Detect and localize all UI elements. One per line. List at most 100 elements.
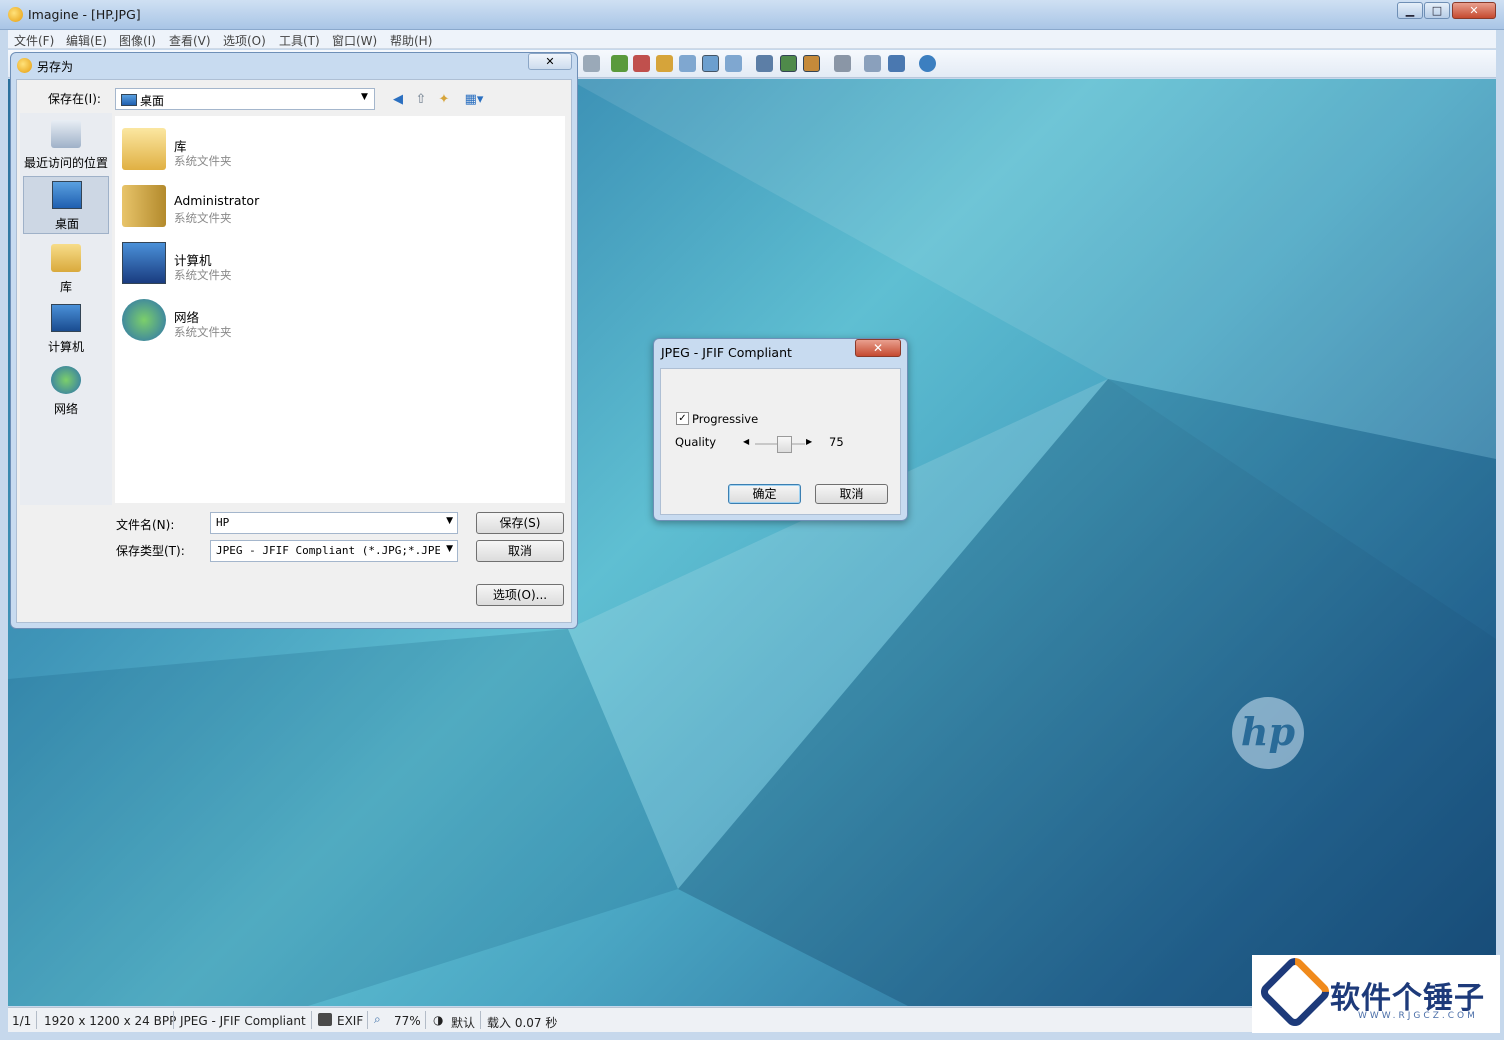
- list-item[interactable]: 网络 系统文件夹: [120, 291, 340, 345]
- window-icon[interactable]: [888, 55, 905, 72]
- save-dialog-title: 另存为: [37, 60, 74, 74]
- network-icon: [51, 366, 81, 394]
- filename-value: HP: [216, 516, 230, 529]
- actual-size-icon[interactable]: [702, 55, 719, 72]
- watermark-url: WWW.RJGCZ.COM: [1358, 1011, 1478, 1021]
- options-button[interactable]: 选项(O)...: [476, 584, 564, 606]
- status-zoom: 77%: [394, 1014, 421, 1028]
- cancel-button[interactable]: 取消: [476, 540, 564, 562]
- place-desktop[interactable]: 桌面: [23, 176, 109, 234]
- quality-label: Quality: [675, 435, 717, 449]
- thumbnail-icon[interactable]: [780, 55, 797, 72]
- filetype-select[interactable]: JPEG - JFIF Compliant (*.JPG;*.JPE;*. ▼: [210, 540, 458, 562]
- menu-tools[interactable]: 工具(T): [279, 32, 320, 49]
- menu-edit[interactable]: 编辑(E): [66, 32, 107, 49]
- place-label: 网络: [53, 402, 78, 416]
- list-item[interactable]: 计算机 系统文件夹: [120, 234, 340, 288]
- divider: [425, 1011, 426, 1029]
- zoom-magnifier-icon: ⌕: [374, 1012, 381, 1026]
- jpeg-cancel-button[interactable]: 取消: [815, 484, 888, 504]
- menu-file[interactable]: 文件(F): [14, 32, 54, 49]
- status-format: JPEG - JFIF Compliant: [180, 1014, 306, 1028]
- menu-help[interactable]: 帮助(H): [390, 32, 432, 49]
- divider: [480, 1011, 481, 1029]
- network-icon: [122, 299, 166, 341]
- place-recent[interactable]: 最近访问的位置: [23, 116, 109, 174]
- progressive-label: Progressive: [692, 412, 759, 426]
- status-mode: 默认: [451, 1016, 476, 1030]
- quality-value: 75: [829, 435, 844, 449]
- list-item[interactable]: Administrator 系统文件夹: [120, 177, 340, 231]
- desktop-icon: [121, 94, 137, 106]
- quality-slider-thumb[interactable]: [777, 436, 792, 453]
- filetype-value: JPEG - JFIF Compliant (*.JPG;*.JPE;*.: [216, 544, 440, 557]
- lookin-value: 桌面: [140, 94, 165, 108]
- divider: [173, 1011, 174, 1029]
- view-menu-icon[interactable]: ▦▾: [460, 91, 488, 109]
- crop-icon[interactable]: [583, 55, 600, 72]
- status-exif[interactable]: EXIF: [337, 1014, 363, 1028]
- file-desc: 系统文件夹: [174, 268, 232, 282]
- paint-icon[interactable]: [803, 55, 820, 72]
- place-network[interactable]: 网络: [23, 362, 109, 420]
- copy-icon[interactable]: [864, 55, 881, 72]
- menu-window[interactable]: 窗口(W): [332, 32, 377, 49]
- zoom-tool-icon[interactable]: [656, 55, 673, 72]
- menu-options[interactable]: 选项(O): [223, 32, 266, 49]
- filename-input[interactable]: HP ▼: [210, 512, 458, 534]
- place-label: 最近访问的位置: [23, 156, 108, 170]
- menu-view[interactable]: 查看(V): [169, 32, 211, 49]
- up-folder-icon[interactable]: ⇧: [412, 91, 430, 109]
- place-library[interactable]: 库: [23, 240, 109, 298]
- desktop-icon: [52, 181, 82, 209]
- window-title: Imagine - [HP.JPG]: [28, 7, 141, 22]
- status-page: 1/1: [12, 1014, 32, 1028]
- fit-window-icon[interactable]: [679, 55, 696, 72]
- slider-right-arrow-icon[interactable]: ▶: [806, 437, 812, 446]
- computer-icon: [51, 304, 81, 332]
- file-desc: 系统文件夹: [174, 211, 232, 225]
- minimize-button[interactable]: ▁: [1397, 2, 1423, 19]
- place-label: 计算机: [47, 340, 84, 354]
- divider: [367, 1011, 368, 1029]
- zoom-in-icon[interactable]: [611, 55, 628, 72]
- dialog-app-icon: [17, 58, 32, 73]
- place-label: 桌面: [54, 217, 79, 231]
- app-icon: [8, 7, 23, 22]
- list-item[interactable]: 库 系统文件夹: [120, 120, 340, 174]
- ok-button[interactable]: 确定: [728, 484, 801, 504]
- close-button[interactable]: ✕: [1452, 2, 1496, 19]
- save-dialog-close-button[interactable]: ✕: [528, 53, 572, 70]
- progressive-checkbox[interactable]: ✓: [676, 412, 689, 425]
- camera-icon: [318, 1013, 332, 1026]
- divider: [311, 1011, 312, 1029]
- divider: [36, 1011, 37, 1029]
- mouse-icon: ◑: [433, 1013, 444, 1027]
- new-folder-icon[interactable]: ✦: [435, 91, 453, 109]
- slideshow-icon[interactable]: [756, 55, 773, 72]
- chevron-down-icon[interactable]: ▼: [446, 516, 453, 526]
- computer-icon: [122, 242, 166, 284]
- file-desc: 系统文件夹: [174, 325, 232, 339]
- lookin-label: 保存在(I):: [48, 92, 101, 106]
- place-computer[interactable]: 计算机: [23, 300, 109, 358]
- help-icon[interactable]: [919, 55, 936, 72]
- zoom-out-icon[interactable]: [633, 55, 650, 72]
- back-icon[interactable]: ◀: [389, 91, 407, 109]
- menu-image[interactable]: 图像(I): [119, 32, 156, 49]
- library-icon: [51, 244, 81, 272]
- user-folder-icon: [122, 185, 166, 227]
- maximize-button[interactable]: □: [1424, 2, 1450, 19]
- file-desc: 系统文件夹: [174, 154, 232, 168]
- chevron-down-icon[interactable]: ▼: [446, 544, 453, 554]
- title-bar: [0, 0, 1504, 30]
- filetype-label: 保存类型(T):: [116, 544, 185, 558]
- slider-left-arrow-icon[interactable]: ◀: [743, 437, 749, 446]
- save-button[interactable]: 保存(S): [476, 512, 564, 534]
- wrench-icon[interactable]: [834, 55, 851, 72]
- fit-width-icon[interactable]: [725, 55, 742, 72]
- place-label: 库: [59, 280, 72, 294]
- filename-label: 文件名(N):: [116, 518, 175, 532]
- chevron-down-icon[interactable]: ▼: [361, 92, 368, 102]
- jpeg-dialog-close-button[interactable]: ✕: [855, 339, 901, 357]
